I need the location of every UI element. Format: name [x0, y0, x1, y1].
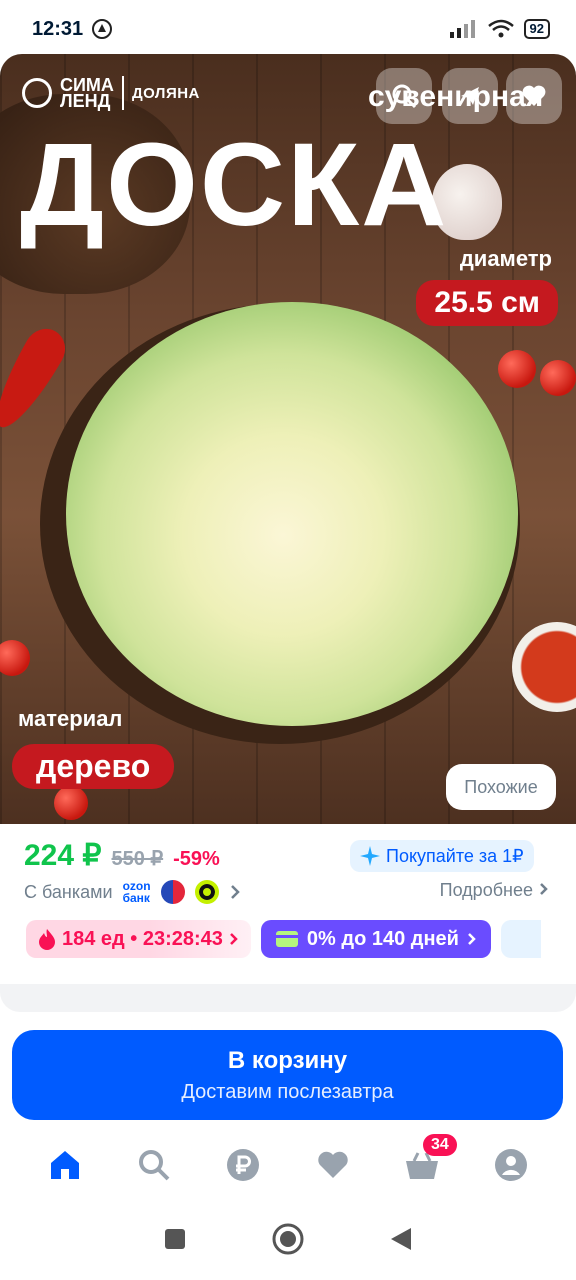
heart-icon: [522, 85, 546, 106]
tab-finance[interactable]: [220, 1142, 266, 1188]
bank-logo-icon: [194, 880, 219, 904]
brand-line-2: ЛЕНД: [60, 91, 111, 111]
installment-chip[interactable]: 0% до 140 дней: [260, 920, 491, 958]
product-image-gallery[interactable]: СИМА ЛЕНД ДОЛЯНА сувенирная ДОСКА диамет…: [0, 54, 576, 824]
current-price: 224 ₽: [24, 839, 102, 872]
heart-icon: [317, 1151, 348, 1178]
favorite-button[interactable]: [506, 68, 562, 124]
spice-bowl-decoration: [512, 622, 576, 712]
tab-favorites[interactable]: [310, 1142, 356, 1188]
tab-cart[interactable]: 34: [399, 1134, 457, 1188]
home-icon: [50, 1151, 79, 1179]
chevron-right-icon: [468, 933, 476, 945]
chevron-right-icon: [230, 933, 238, 945]
status-bar: 12:31 92: [0, 0, 576, 58]
more-chip[interactable]: [500, 920, 541, 958]
system-nav-bar: [0, 1198, 576, 1280]
ozon-bank-logo: ozon банк: [122, 879, 151, 905]
section-divider: [0, 984, 576, 1012]
buy-for-1-rub-chip[interactable]: Покупайте за 1₽: [350, 840, 534, 872]
flame-icon: [39, 929, 55, 950]
wifi-icon: [487, 19, 514, 38]
tab-profile[interactable]: [488, 1142, 534, 1188]
diameter-label: диаметр: [459, 246, 552, 271]
bank-logo-icon: [160, 880, 185, 904]
stock-timer-text: 184 ед • 23:28:43: [62, 927, 223, 950]
tomato-decoration: [0, 640, 30, 676]
tomato-decoration: [498, 350, 536, 388]
banks-row[interactable]: С банками ozon банк: [24, 880, 241, 904]
search-icon: [392, 84, 417, 109]
share-button[interactable]: [442, 68, 498, 124]
tab-search[interactable]: [131, 1142, 177, 1188]
home-nav-icon[interactable]: [272, 1223, 304, 1255]
logo-divider: [121, 76, 124, 110]
search-icon: [138, 1150, 170, 1181]
tomato-decoration: [540, 360, 576, 396]
add-to-cart-button[interactable]: В корзину Доставим послезавтра: [12, 1030, 563, 1120]
back-icon[interactable]: [389, 1226, 413, 1252]
card-icon: [275, 931, 298, 947]
cabbage-print-image: [66, 302, 518, 726]
pepper-decoration: [0, 321, 73, 437]
status-time: 12:31: [32, 17, 84, 40]
delivery-label: Доставим послезавтра: [181, 1080, 394, 1103]
sparkle-icon: [360, 846, 380, 866]
chevron-right-icon: [230, 885, 240, 899]
stock-timer-chip[interactable]: 184 ед • 23:28:43: [26, 920, 251, 958]
material-label: материал: [18, 706, 123, 731]
price-section: 224 ₽ 550 ₽ -59% Покупайте за 1₽ С банка…: [0, 824, 576, 984]
tomato-decoration: [54, 786, 88, 820]
brand-logo: СИМА ЛЕНД ДОЛЯНА: [22, 76, 200, 110]
diameter-value: 25.5 см: [416, 280, 558, 326]
search-similar-button[interactable]: [376, 68, 432, 124]
partner-brand: ДОЛЯНА: [131, 84, 200, 102]
chevron-right-icon: [540, 883, 548, 895]
share-icon: [461, 87, 479, 105]
bottom-tab-bar: 34: [0, 1132, 576, 1198]
signal-icon: [449, 20, 475, 38]
notification-icon: [92, 19, 113, 39]
discount-badge: -59%: [173, 848, 220, 870]
similar-button[interactable]: Похожие: [446, 764, 556, 810]
battery-icon: 92: [523, 19, 550, 39]
recents-icon[interactable]: [163, 1227, 187, 1251]
tab-home[interactable]: [42, 1142, 88, 1188]
add-to-cart-label: В корзину: [227, 1046, 348, 1074]
brand-mark-icon: [22, 78, 52, 108]
old-price: 550 ₽: [111, 848, 164, 870]
promo-chips: 184 ед • 23:28:43 0% до 140 дней: [26, 920, 541, 958]
details-link[interactable]: Подробнее: [440, 880, 550, 901]
buy-for-1-rub-label: Покупайте за 1₽: [386, 845, 524, 866]
ruble-icon: [227, 1149, 260, 1181]
material-value: дерево: [12, 744, 175, 789]
installment-text: 0% до 140 дней: [306, 927, 459, 950]
profile-icon: [495, 1149, 528, 1181]
banks-label: С банками: [24, 881, 113, 902]
hero-title: ДОСКА: [20, 119, 449, 251]
cart-count-badge: 34: [422, 1134, 457, 1156]
